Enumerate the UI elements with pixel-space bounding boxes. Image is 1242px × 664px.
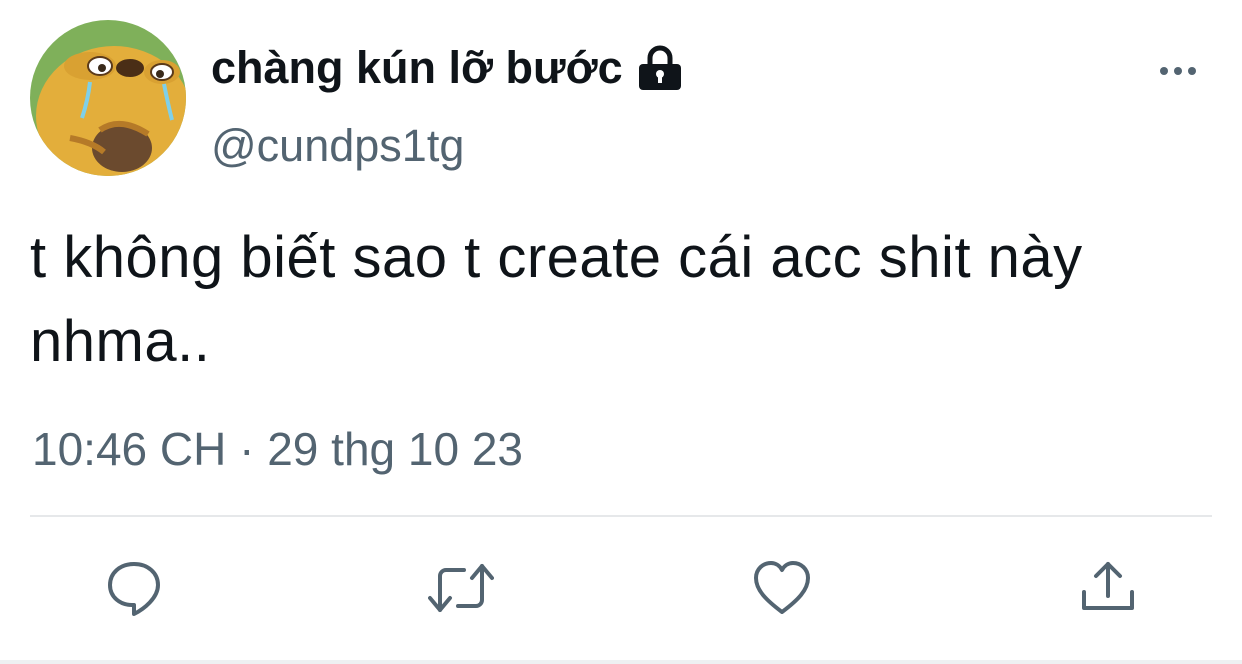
tweet-timestamp[interactable]: 10:46 CH · 29 thg 10 23: [32, 420, 523, 478]
display-name-row[interactable]: chàng kún lỡ bước: [211, 42, 685, 94]
reply-button[interactable]: [104, 558, 164, 618]
retweet-icon: [428, 564, 494, 612]
cartoon-dog-avatar-icon: [30, 20, 186, 176]
heart-icon: [754, 561, 810, 614]
tweet-text: t không biết sao t create cái acc shit n…: [30, 225, 1083, 374]
share-upload-icon: [1082, 562, 1134, 610]
reply-bubble-icon: [108, 562, 160, 616]
display-name[interactable]: chàng kún lỡ bước: [211, 42, 623, 94]
bottom-border: [0, 660, 1242, 664]
divider: [30, 515, 1212, 517]
like-button[interactable]: [752, 558, 812, 618]
avatar[interactable]: [30, 20, 186, 176]
user-handle[interactable]: @cundps1tg: [211, 120, 464, 172]
retweet-button[interactable]: [428, 558, 494, 618]
share-button[interactable]: [1078, 558, 1138, 618]
lock-icon: [635, 43, 685, 93]
more-horizontal-icon[interactable]: [1156, 58, 1200, 84]
